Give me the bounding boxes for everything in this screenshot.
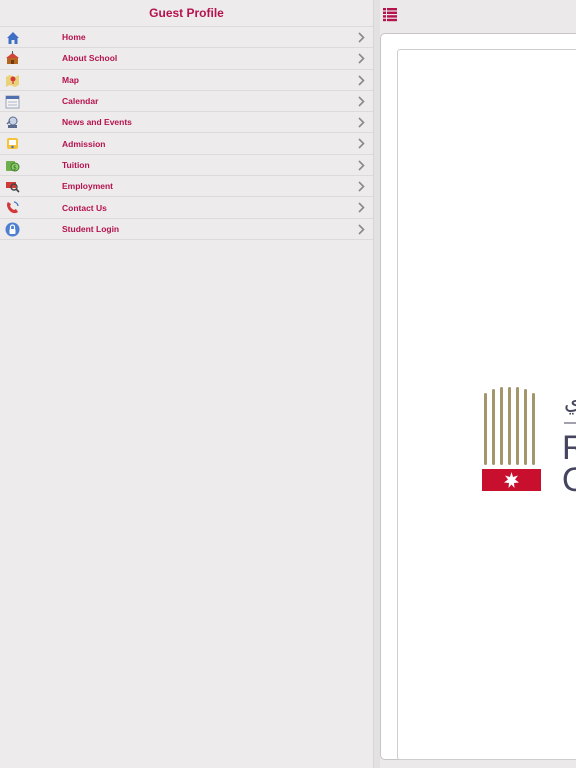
- menu-item-tuition[interactable]: $ Tuition: [0, 155, 373, 177]
- menu-item-news-and-events[interactable]: News and Events: [0, 112, 373, 134]
- chevron-right-icon: [358, 138, 365, 150]
- tuition-icon: $: [5, 158, 20, 173]
- main-topbar: [380, 0, 576, 27]
- home-icon: [5, 30, 20, 45]
- menu-item-label: Home: [62, 32, 86, 43]
- lock-icon: [5, 222, 20, 237]
- calendar-icon: [5, 94, 20, 109]
- chevron-right-icon: [358, 96, 365, 107]
- sidebar-title: Guest Profile: [149, 6, 224, 20]
- chevron-right-icon: [358, 181, 365, 192]
- chevron-right-icon: [358, 75, 365, 86]
- employment-icon: [5, 179, 20, 194]
- menu-item-label: Admission: [62, 138, 106, 149]
- menu-item-map[interactable]: Map: [0, 70, 373, 91]
- menu-item-label: Employment: [62, 181, 114, 192]
- menu-item-student-login[interactable]: Student Login: [0, 219, 373, 240]
- svg-text:$: $: [13, 164, 17, 171]
- menu-item-admission[interactable]: Admission: [0, 133, 373, 155]
- admission-icon: [5, 136, 20, 151]
- menu-item-calendar[interactable]: Calendar: [0, 91, 373, 113]
- content-panel: ي R O: [397, 49, 576, 760]
- chevron-right-icon: [358, 32, 365, 43]
- menu-item-label: Map: [62, 74, 79, 85]
- sidebar-header: Guest Profile: [0, 0, 373, 27]
- menu-item-label: News and Events: [62, 117, 132, 128]
- school-logo: ي R O: [482, 387, 576, 497]
- chevron-right-icon: [358, 202, 365, 213]
- chevron-right-icon: [358, 224, 365, 235]
- school-icon: [5, 51, 20, 66]
- menu-item-label: Calendar: [62, 96, 99, 107]
- chevron-right-icon: [358, 117, 365, 128]
- menu-item-label: Student Login: [62, 223, 120, 234]
- menu-item-label: Tuition: [62, 159, 90, 170]
- chevron-right-icon: [358, 160, 365, 171]
- list-icon[interactable]: [382, 6, 398, 22]
- menu-item-home[interactable]: Home: [0, 27, 373, 49]
- menu-item-contact-us[interactable]: Contact Us: [0, 197, 373, 219]
- logo-arabic-text: ي: [564, 390, 576, 415]
- menu-item-employment[interactable]: Employment: [0, 176, 373, 198]
- chevron-right-icon: [358, 53, 365, 64]
- main-pane: ي R O: [380, 0, 576, 768]
- menu-item-label: Contact Us: [62, 202, 107, 213]
- menu-list: Home About School Map Calendar News and …: [0, 27, 373, 240]
- phone-icon: [5, 200, 20, 215]
- logo-text-line-2: O: [562, 461, 576, 497]
- sidebar: Guest Profile Home About School Map Cale…: [0, 0, 374, 768]
- news-icon: [5, 115, 20, 130]
- map-icon: [5, 73, 20, 88]
- menu-item-about-school[interactable]: About School: [0, 48, 373, 70]
- menu-item-label: About School: [62, 53, 118, 64]
